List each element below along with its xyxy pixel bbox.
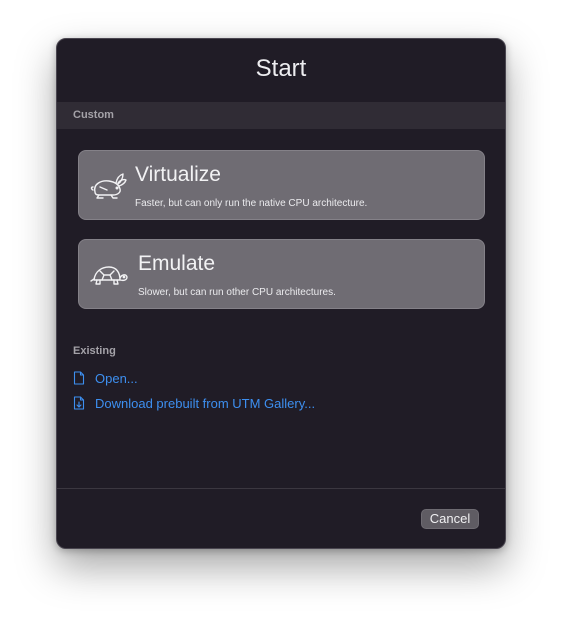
turtle-icon: [89, 259, 129, 291]
download-gallery-link-label[interactable]: Download prebuilt from UTM Gallery...: [95, 396, 315, 411]
open-link[interactable]: Open...: [73, 369, 138, 387]
open-link-label[interactable]: Open...: [95, 371, 138, 386]
emulate-subtitle: Slower, but can run other CPU architectu…: [138, 287, 336, 298]
document-download-icon: [73, 396, 85, 410]
start-dialog: Start Custom Virtualize Faster, but can …: [56, 38, 506, 549]
section-header-existing: Existing: [73, 345, 116, 357]
emulate-title: Emulate: [138, 252, 216, 275]
rabbit-icon: [89, 170, 129, 202]
virtualize-subtitle: Faster, but can only run the native CPU …: [135, 198, 368, 209]
document-icon: [73, 371, 85, 385]
virtualize-title: Virtualize: [135, 163, 221, 186]
cancel-button[interactable]: Cancel: [421, 509, 479, 529]
footer-divider: [57, 488, 505, 489]
section-header-custom: Custom: [57, 102, 505, 129]
dialog-title: Start: [255, 55, 307, 82]
download-gallery-link[interactable]: Download prebuilt from UTM Gallery...: [73, 394, 315, 412]
emulate-option[interactable]: Emulate Slower, but can run other CPU ar…: [78, 239, 485, 309]
virtualize-option[interactable]: Virtualize Faster, but can only run the …: [78, 150, 485, 220]
